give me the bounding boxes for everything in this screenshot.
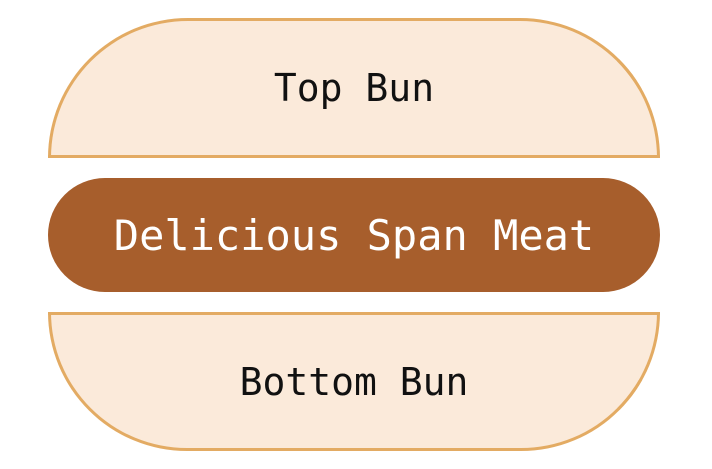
top-bun: Top Bun xyxy=(48,18,660,158)
patty-label: Delicious Span Meat xyxy=(113,210,595,260)
top-bun-label: Top Bun xyxy=(273,66,435,110)
bottom-bun: Bottom Bun xyxy=(48,312,660,451)
patty: Delicious Span Meat xyxy=(48,178,660,292)
bottom-bun-label: Bottom Bun xyxy=(239,359,469,404)
